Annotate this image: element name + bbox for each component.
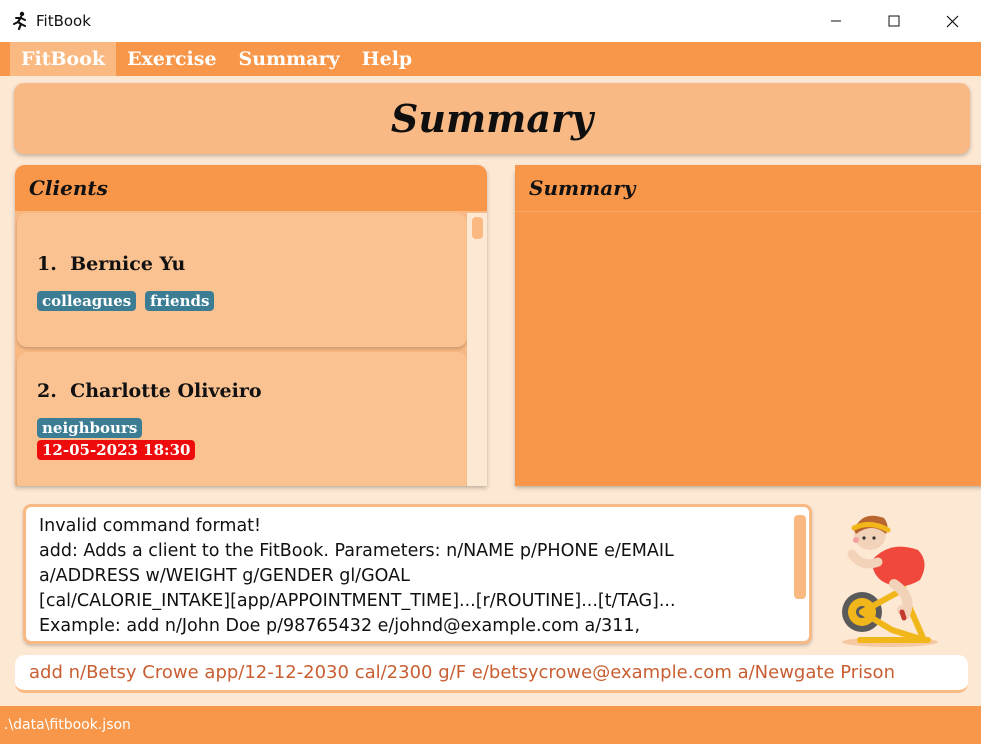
summary-panel-title: Summary [515,165,981,212]
client-list: 1. Bernice Yu colleagues friends 2. Char… [15,213,467,486]
result-line: Invalid command format! [39,516,262,536]
running-person-icon [10,11,30,31]
summary-panel: Summary [515,165,981,486]
appointment-badge: 12-05-2023 18:30 [37,440,196,460]
client-index: 2. [37,380,57,402]
client-name: 2. Charlotte Oliveiro [37,380,262,402]
page-header: Summary [14,83,970,154]
result-line: Example: add n/John Doe p/98765432 e/joh… [39,616,641,636]
close-button[interactable] [923,0,981,42]
result-line: a/ADDRESS w/WEIGHT g/GENDER gl/GOAL [39,566,410,586]
result-line: [cal/CALORIE_INTAKE][app/APPOINTMENT_TIM… [39,591,676,611]
clients-panel-title: Clients [15,165,487,211]
result-text: Invalid command format! add: Adds a clie… [39,514,784,639]
cyclist-mascot-icon [832,500,952,650]
window-controls [807,0,981,42]
result-line: add: Adds a client to the FitBook. Param… [39,541,674,561]
tag-badge: neighbours [37,418,143,438]
maximize-button[interactable] [865,0,923,42]
tag-badge: colleagues [37,291,137,311]
menu-summary[interactable]: Summary [228,42,351,76]
client-list-scrollbar[interactable] [467,213,487,486]
client-name: 1. Bernice Yu [37,253,185,275]
menu-fitbook[interactable]: FitBook [10,42,117,76]
client-name-text: Bernice Yu [70,253,186,275]
maximize-icon [888,15,900,27]
client-name-text: Charlotte Oliveiro [70,380,262,402]
client-index: 1. [37,253,57,275]
tag-badge: friends [145,291,215,311]
client-card[interactable]: 1. Bernice Yu colleagues friends [17,213,467,347]
command-box[interactable] [15,655,968,693]
status-bar: .\data\fitbook.json [0,706,981,744]
menu-help[interactable]: Help [351,42,424,76]
window-title: FitBook [36,12,91,30]
client-card[interactable]: 2. Charlotte Oliveiro neighbours 12-05-2… [17,352,467,486]
result-display[interactable]: Invalid command format! add: Adds a clie… [23,504,812,644]
command-input[interactable] [29,662,968,683]
title-bar: FitBook [0,0,981,43]
clients-panel: Clients 1. Bernice Yu colleagues friends… [15,165,487,486]
close-icon [946,15,958,27]
menu-exercise[interactable]: Exercise [116,42,227,76]
result-scrollbar[interactable] [794,511,806,637]
scroll-thumb[interactable] [472,217,483,239]
data-file-path: .\data\fitbook.json [4,717,131,733]
page-title: Summary [390,96,594,141]
minimize-button[interactable] [807,0,865,42]
scroll-thumb[interactable] [794,515,806,599]
minimize-icon [831,20,841,22]
menu-bar: FitBook Exercise Summary Help [0,42,981,76]
